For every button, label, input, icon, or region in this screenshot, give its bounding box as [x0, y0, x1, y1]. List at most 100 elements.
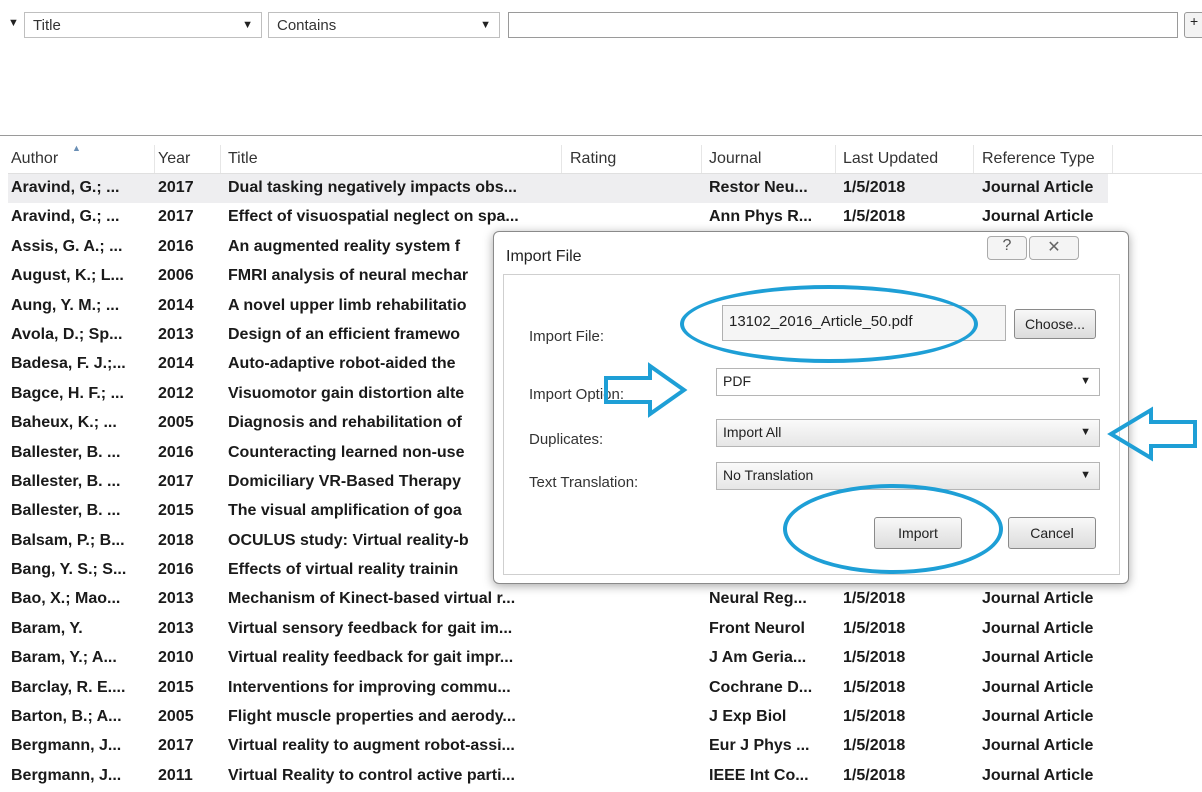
cell-journal: J Exp Biol — [709, 708, 787, 726]
table-row[interactable]: Barton, B.; A... 2005 Flight muscle proper… — [8, 703, 1108, 732]
cell-journal: Restor Neu... — [709, 179, 808, 196]
cell-year: 2013 — [158, 619, 194, 637]
cell-last-updated: 1/5/2018 — [843, 179, 906, 196]
arrow-left-icon — [1107, 406, 1197, 462]
cell-author: Badesa, F. J.;... — [11, 355, 126, 373]
column-header-reference-type[interactable]: Reference Type — [982, 150, 1095, 168]
cell-title: Mechanism of Kinect-based virtual r... — [228, 590, 516, 608]
cell-title: Dual tasking negatively impacts obs... — [228, 179, 517, 196]
search-operator-value: Contains — [277, 17, 337, 34]
cell-title: Virtual reality feedback for gait impr..… — [228, 649, 514, 667]
cell-reference-type: Journal Article — [982, 619, 1094, 637]
cell-author: Bagce, H. F.; ... — [11, 384, 124, 402]
cell-journal: Neural Reg... — [709, 590, 807, 608]
cell-author: Avola, D.; Sp... — [11, 325, 123, 343]
cell-reference-type: Journal Article — [982, 649, 1094, 667]
import-file-label: Import File: — [529, 328, 605, 345]
chevron-down-icon: ▼ — [1080, 469, 1091, 481]
cell-year: 2017 — [158, 208, 194, 226]
search-input[interactable] — [508, 12, 1178, 38]
column-divider[interactable] — [701, 145, 702, 173]
cell-author: Ballester, B. ... — [11, 502, 121, 520]
column-header-last-updated[interactable]: Last Updated — [843, 150, 938, 168]
cell-year: 2006 — [158, 267, 194, 285]
cell-year: 2016 — [158, 561, 194, 579]
cell-author: Bang, Y. S.; S... — [11, 561, 127, 579]
cell-journal: Ann Phys R... — [709, 208, 813, 226]
column-header-rating[interactable]: Rating — [570, 150, 616, 168]
table-row[interactable]: Aravind, G.; ... 2017 Dual tasking negativ… — [8, 174, 1108, 204]
import-option-select[interactable]: PDF ▼ — [716, 368, 1100, 396]
text-translation-value: No Translation — [723, 467, 814, 483]
cell-year: 2014 — [158, 355, 194, 373]
cell-reference-type: Journal Article — [982, 179, 1094, 196]
cell-year: 2005 — [158, 414, 194, 432]
cell-year: 2016 — [158, 443, 194, 461]
search-field-select[interactable]: Title ▼ — [24, 12, 262, 38]
search-operator-select[interactable]: Contains ▼ — [268, 12, 500, 38]
cell-author: Ballester, B. ... — [11, 472, 121, 490]
column-divider[interactable] — [835, 145, 836, 173]
cell-reference-type: Journal Article — [982, 708, 1094, 726]
chevron-down-icon[interactable]: ▼ — [8, 17, 19, 29]
chevron-down-icon: ▼ — [1080, 426, 1091, 438]
table-row[interactable]: Aravind, G.; ... 2017 Effect of visuospati… — [8, 203, 1108, 232]
choose-file-button[interactable]: Choose... — [1014, 309, 1096, 339]
cell-year: 2017 — [158, 472, 194, 490]
import-button-highlight-oval — [783, 484, 1003, 574]
cell-last-updated: 1/5/2018 — [843, 708, 906, 726]
cancel-button[interactable]: Cancel — [1008, 517, 1096, 549]
cell-author: Aravind, G.; ... — [11, 208, 120, 226]
chevron-down-icon: ▼ — [480, 19, 491, 31]
cell-title: Virtual reality to augment robot-assi... — [228, 737, 515, 755]
cell-reference-type: Journal Article — [982, 208, 1094, 226]
search-field-value: Title — [33, 17, 61, 34]
cell-year: 2014 — [158, 296, 194, 314]
cell-author: Baram, Y.; A... — [11, 649, 117, 667]
cell-author: Bao, X.; Mao... — [11, 590, 121, 608]
cell-last-updated: 1/5/2018 — [843, 590, 906, 608]
table-row[interactable]: Bao, X.; Mao... 2013 Mechanism of Kinect-b… — [8, 585, 1108, 614]
cell-year: 2010 — [158, 649, 194, 667]
cell-title: Interventions for improving commu... — [228, 678, 511, 696]
cell-title: Flight muscle properties and aerody... — [228, 708, 516, 726]
column-header-year[interactable]: Year — [158, 150, 190, 168]
cell-year: 2017 — [158, 179, 194, 196]
table-row[interactable]: Baram, Y. 2013 Virtual sensory feedback fo… — [8, 615, 1108, 644]
column-header-author[interactable]: Author — [11, 150, 58, 168]
column-divider[interactable] — [154, 145, 155, 173]
cell-year: 2016 — [158, 237, 194, 255]
cell-year: 2018 — [158, 531, 194, 549]
duplicates-select[interactable]: Import All ▼ — [716, 419, 1100, 447]
cell-author: Bergmann, J... — [11, 766, 122, 784]
cell-year: 2005 — [158, 708, 194, 726]
cell-title: Effect of visuospatial neglect on spa... — [228, 208, 519, 226]
column-header-journal[interactable]: Journal — [709, 150, 761, 168]
cell-journal: IEEE Int Co... — [709, 766, 809, 784]
column-divider[interactable] — [220, 145, 221, 173]
cell-year: 2015 — [158, 678, 194, 696]
column-divider[interactable] — [973, 145, 974, 173]
cell-year: 2011 — [158, 766, 193, 784]
filename-highlight-oval — [680, 285, 978, 363]
table-row[interactable]: Bergmann, J... 2017 Virtual reality to aug… — [8, 732, 1108, 761]
help-icon[interactable]: ? — [987, 236, 1027, 260]
table-header: Author ▲ Year Title Rating Journal Last … — [8, 143, 1202, 174]
cell-author: Aung, Y. M.; ... — [11, 296, 120, 314]
add-search-row-button[interactable]: + — [1184, 12, 1202, 38]
cell-author: Barton, B.; A... — [11, 708, 122, 726]
cell-journal: Cochrane D... — [709, 678, 813, 696]
table-row[interactable]: Barclay, R. E.... 2015 Interventions for i… — [8, 674, 1108, 703]
cell-author: Bergmann, J... — [11, 737, 122, 755]
cell-year: 2015 — [158, 502, 194, 520]
cell-year: 2017 — [158, 737, 194, 755]
column-divider[interactable] — [1112, 145, 1113, 173]
column-header-title[interactable]: Title — [228, 150, 258, 168]
cell-last-updated: 1/5/2018 — [843, 619, 906, 637]
cell-title: Virtual Reality to control active parti.… — [228, 766, 515, 784]
table-row[interactable]: Bergmann, J... 2011 Virtual Reality to con… — [8, 762, 1108, 791]
column-divider[interactable] — [561, 145, 562, 173]
table-row[interactable]: Baram, Y.; A... 2010 Virtual reality feedb… — [8, 644, 1108, 673]
cell-reference-type: Journal Article — [982, 678, 1094, 696]
close-icon[interactable]: ✕ — [1029, 236, 1079, 260]
